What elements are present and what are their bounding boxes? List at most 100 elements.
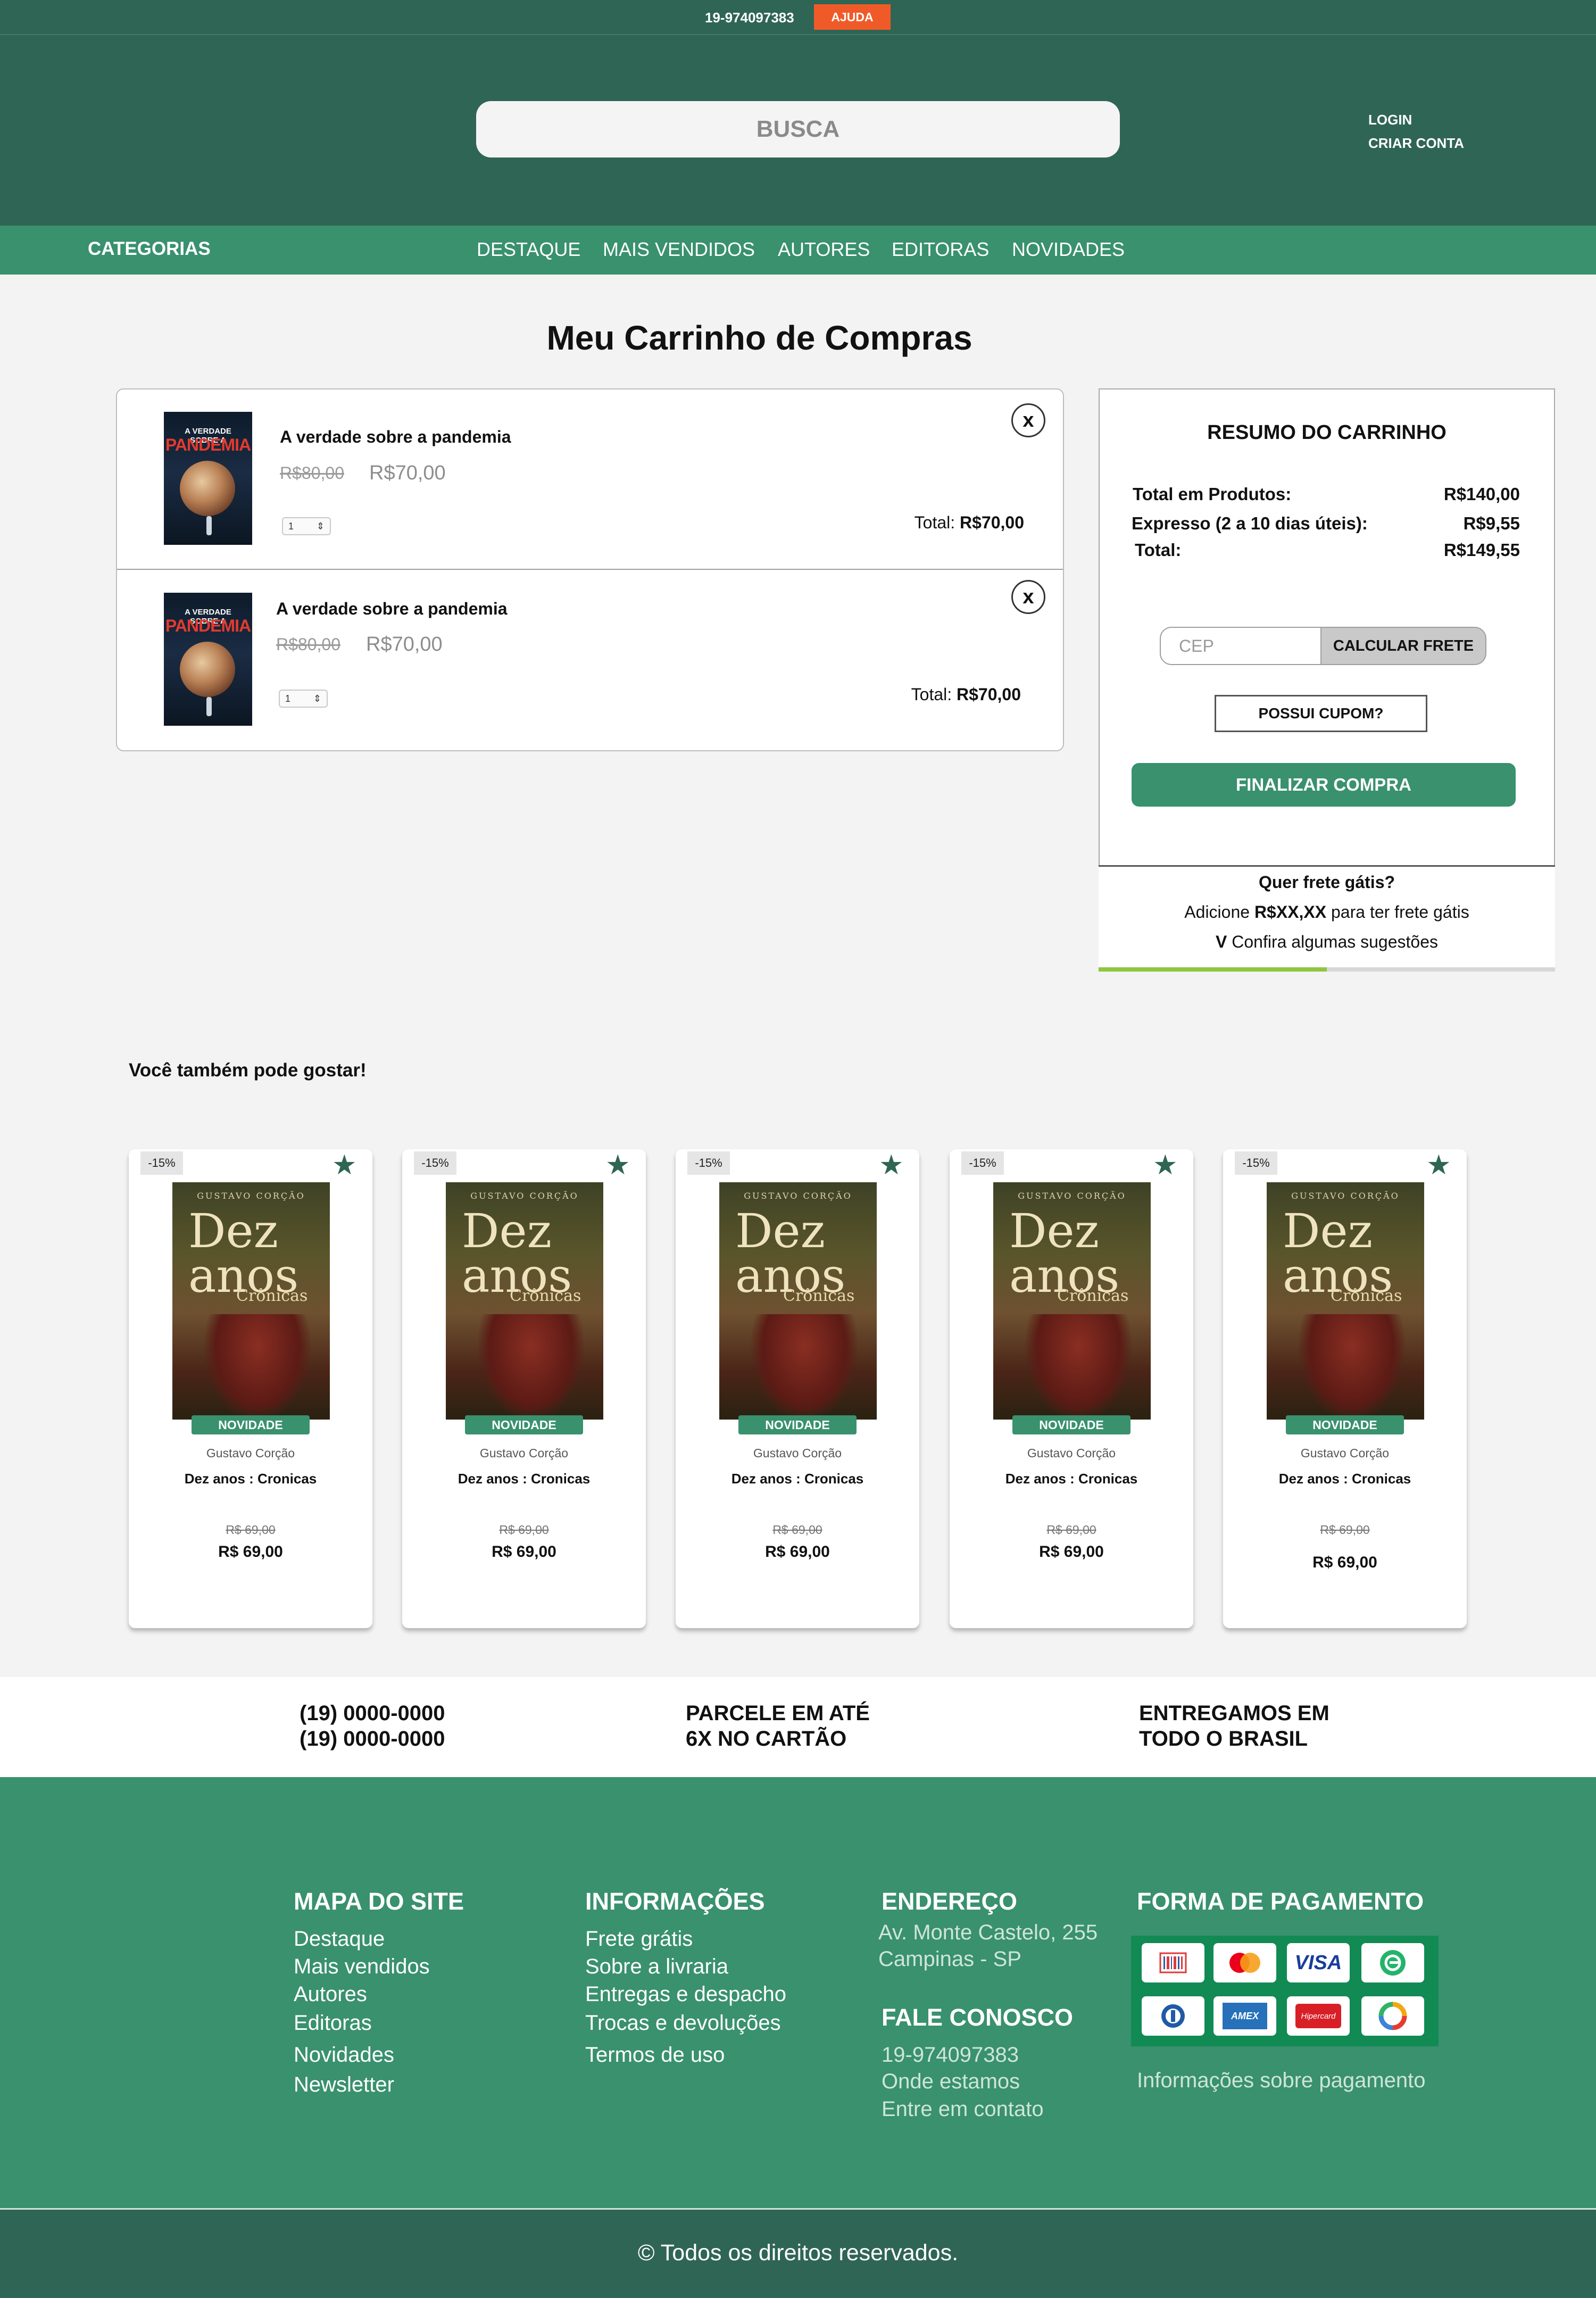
info-link[interactable]: Entregas e despacho xyxy=(585,1982,786,2006)
info-link[interactable]: Termos de uso xyxy=(585,2043,725,2067)
product-price: R$ 69,00 xyxy=(765,1543,830,1561)
cover-author: GUSTAVO CORÇÃO xyxy=(470,1191,579,1201)
nav-editoras[interactable]: EDITORAS xyxy=(892,238,989,261)
free-shipping-amount: R$XX,XX xyxy=(1254,902,1327,922)
product-card[interactable]: -15% ★ GUSTAVO CORÇÃO Dez anos Crônicas … xyxy=(1223,1149,1467,1628)
cover-globe xyxy=(180,461,235,516)
book-cover[interactable]: GUSTAVO CORÇÃO Dez anos Crônicas xyxy=(1267,1182,1424,1420)
favorite-star-icon[interactable]: ★ xyxy=(1153,1149,1178,1181)
address-line: Campinas - SP xyxy=(878,1947,1021,1971)
payment-info-link[interactable]: Informações sobre pagamento xyxy=(1137,2069,1426,2093)
strip-delivery: ENTREGAMOS EM TODO O BRASIL xyxy=(1139,1700,1329,1752)
discount-badge: -15% xyxy=(140,1151,183,1175)
strip-phone-1[interactable]: (19) 0000-0000 xyxy=(300,1700,445,1726)
nav-mais-vendidos[interactable]: MAIS VENDIDOS xyxy=(603,238,755,261)
discount-badge: -15% xyxy=(414,1151,456,1175)
cover-title: Dez anos xyxy=(1283,1204,1393,1303)
strip-delivery-2: TODO O BRASIL xyxy=(1139,1727,1308,1751)
cart-item-cover[interactable]: A VERDADE SOBRE A PANDEMIA xyxy=(164,412,252,545)
summary-products-label: Total em Produtos: xyxy=(1133,484,1292,504)
contact-link[interactable]: Onde estamos xyxy=(882,2070,1020,2094)
contact-link[interactable]: 19-974097383 xyxy=(882,2043,1019,2067)
cover-subtitle: Crônicas xyxy=(236,1287,308,1305)
product-card[interactable]: -15% ★ GUSTAVO CORÇÃO Dez anos Crônicas … xyxy=(402,1149,646,1628)
copyright-text: © Todos os direitos reservados. xyxy=(637,2240,959,2266)
info-link[interactable]: Frete grátis xyxy=(585,1927,693,1951)
login-link[interactable]: LOGIN xyxy=(1368,112,1412,128)
page-title: Meu Carrinho de Compras xyxy=(546,319,972,357)
calculate-shipping-button[interactable]: CALCULAR FRETE xyxy=(1320,627,1486,665)
sitemap-link[interactable]: Editoras xyxy=(294,2011,372,2035)
quantity-select[interactable]: 1 ⇕ xyxy=(279,690,328,708)
cover-figure xyxy=(206,697,212,716)
contact-heading: FALE CONOSCO xyxy=(882,2004,1074,2031)
info-link[interactable]: Trocas e devoluções xyxy=(585,2011,781,2035)
cover-subtitle: Crônicas xyxy=(510,1287,581,1305)
stepper-arrows-icon: ⇕ xyxy=(316,520,325,532)
cover-globe xyxy=(180,642,235,697)
remove-item-button[interactable]: x xyxy=(1011,403,1045,437)
product-price: R$ 69,00 xyxy=(492,1543,556,1561)
info-link[interactable]: Sobre a livraria xyxy=(585,1955,728,1979)
suggestions-hint[interactable]: V Confira algumas sugestões xyxy=(1099,932,1555,952)
top-bar xyxy=(0,0,1596,35)
checkout-button[interactable]: FINALIZAR COMPRA xyxy=(1132,763,1516,807)
nav-novidades[interactable]: NOVIDADES xyxy=(1012,238,1125,261)
cep-input[interactable]: CEP xyxy=(1160,627,1321,665)
help-button[interactable]: AJUDA xyxy=(814,4,891,30)
product-card[interactable]: -15% ★ GUSTAVO CORÇÃO Dez anos Crônicas … xyxy=(129,1149,372,1628)
sitemap-link[interactable]: Novidades xyxy=(294,2043,394,2067)
favorite-star-icon[interactable]: ★ xyxy=(879,1149,904,1181)
summary-shipping-value: R$9,55 xyxy=(1463,513,1520,533)
cover-illustration xyxy=(751,1314,858,1420)
sitemap-link[interactable]: Destaque xyxy=(294,1927,385,1951)
coupon-button[interactable]: POSSUI CUPOM? xyxy=(1215,695,1427,732)
product-title[interactable]: Dez anos : Cronicas xyxy=(950,1471,1193,1487)
contact-link[interactable]: Entre em contato xyxy=(882,2097,1044,2121)
product-title[interactable]: Dez anos : Cronicas xyxy=(1223,1471,1467,1487)
product-title[interactable]: Dez anos : Cronicas xyxy=(129,1471,372,1487)
book-cover[interactable]: GUSTAVO CORÇÃO Dez anos Crônicas xyxy=(993,1182,1151,1420)
signup-link[interactable]: CRIAR CONTA xyxy=(1368,135,1464,152)
strip-phone-2[interactable]: (19) 0000-0000 xyxy=(300,1726,445,1752)
product-title[interactable]: Dez anos : Cronicas xyxy=(676,1471,919,1487)
address-line: Av. Monte Castelo, 255 xyxy=(878,1921,1098,1944)
sitemap-link[interactable]: Newsletter xyxy=(294,2073,394,2097)
cover-author: GUSTAVO CORÇÃO xyxy=(744,1191,852,1201)
cart-item-price: R$70,00 xyxy=(366,633,443,656)
product-card[interactable]: -15% ★ GUSTAVO CORÇÃO Dez anos Crônicas … xyxy=(950,1149,1193,1628)
product-price: R$ 69,00 xyxy=(1312,1554,1377,1571)
cover-illustration xyxy=(478,1314,584,1420)
sitemap-link[interactable]: Autores xyxy=(294,1982,367,2006)
book-cover[interactable]: GUSTAVO CORÇÃO Dez anos Crônicas xyxy=(172,1182,330,1420)
quantity-select[interactable]: 1 ⇕ xyxy=(282,517,331,535)
hipercard-icon: Hipercard xyxy=(1287,1996,1350,2036)
nav-autores[interactable]: AUTORES xyxy=(778,238,870,261)
cart-item-cover[interactable]: A VERDADE SOBRE A PANDEMIA xyxy=(164,593,252,726)
favorite-star-icon[interactable]: ★ xyxy=(605,1149,630,1181)
cover-figure xyxy=(206,516,212,535)
elo-icon xyxy=(1361,1943,1424,1982)
stepper-arrows-icon: ⇕ xyxy=(313,693,321,704)
total-value: R$70,00 xyxy=(957,685,1021,704)
product-title[interactable]: Dez anos : Cronicas xyxy=(402,1471,646,1487)
nav-destaque[interactable]: DESTAQUE xyxy=(477,238,580,261)
new-tag: NOVIDADE xyxy=(738,1415,857,1434)
categories-menu[interactable]: CATEGORIAS xyxy=(88,238,211,260)
book-cover[interactable]: GUSTAVO CORÇÃO Dez anos Crônicas xyxy=(446,1182,603,1420)
sitemap-link[interactable]: Mais vendidos xyxy=(294,1955,430,1979)
cover-illustration xyxy=(204,1314,311,1420)
cart-item-title[interactable]: A verdade sobre a pandemia xyxy=(276,599,508,619)
payment-heading: FORMA DE PAGAMENTO xyxy=(1137,1888,1424,1915)
top-phone[interactable]: 19-974097383 xyxy=(705,10,794,26)
book-cover[interactable]: GUSTAVO CORÇÃO Dez anos Crônicas xyxy=(719,1182,877,1420)
cart-item-title[interactable]: A verdade sobre a pandemia xyxy=(280,427,511,447)
info-heading: INFORMAÇÕES xyxy=(585,1888,765,1915)
product-card[interactable]: -15% ★ GUSTAVO CORÇÃO Dez anos Crônicas … xyxy=(676,1149,919,1628)
visa-icon: VISA xyxy=(1287,1943,1350,1982)
search-input[interactable]: BUSCA xyxy=(476,101,1120,157)
favorite-star-icon[interactable]: ★ xyxy=(1426,1149,1451,1181)
remove-item-button[interactable]: x xyxy=(1011,580,1045,614)
cover-title: Dez anos xyxy=(188,1204,299,1303)
favorite-star-icon[interactable]: ★ xyxy=(332,1149,357,1181)
